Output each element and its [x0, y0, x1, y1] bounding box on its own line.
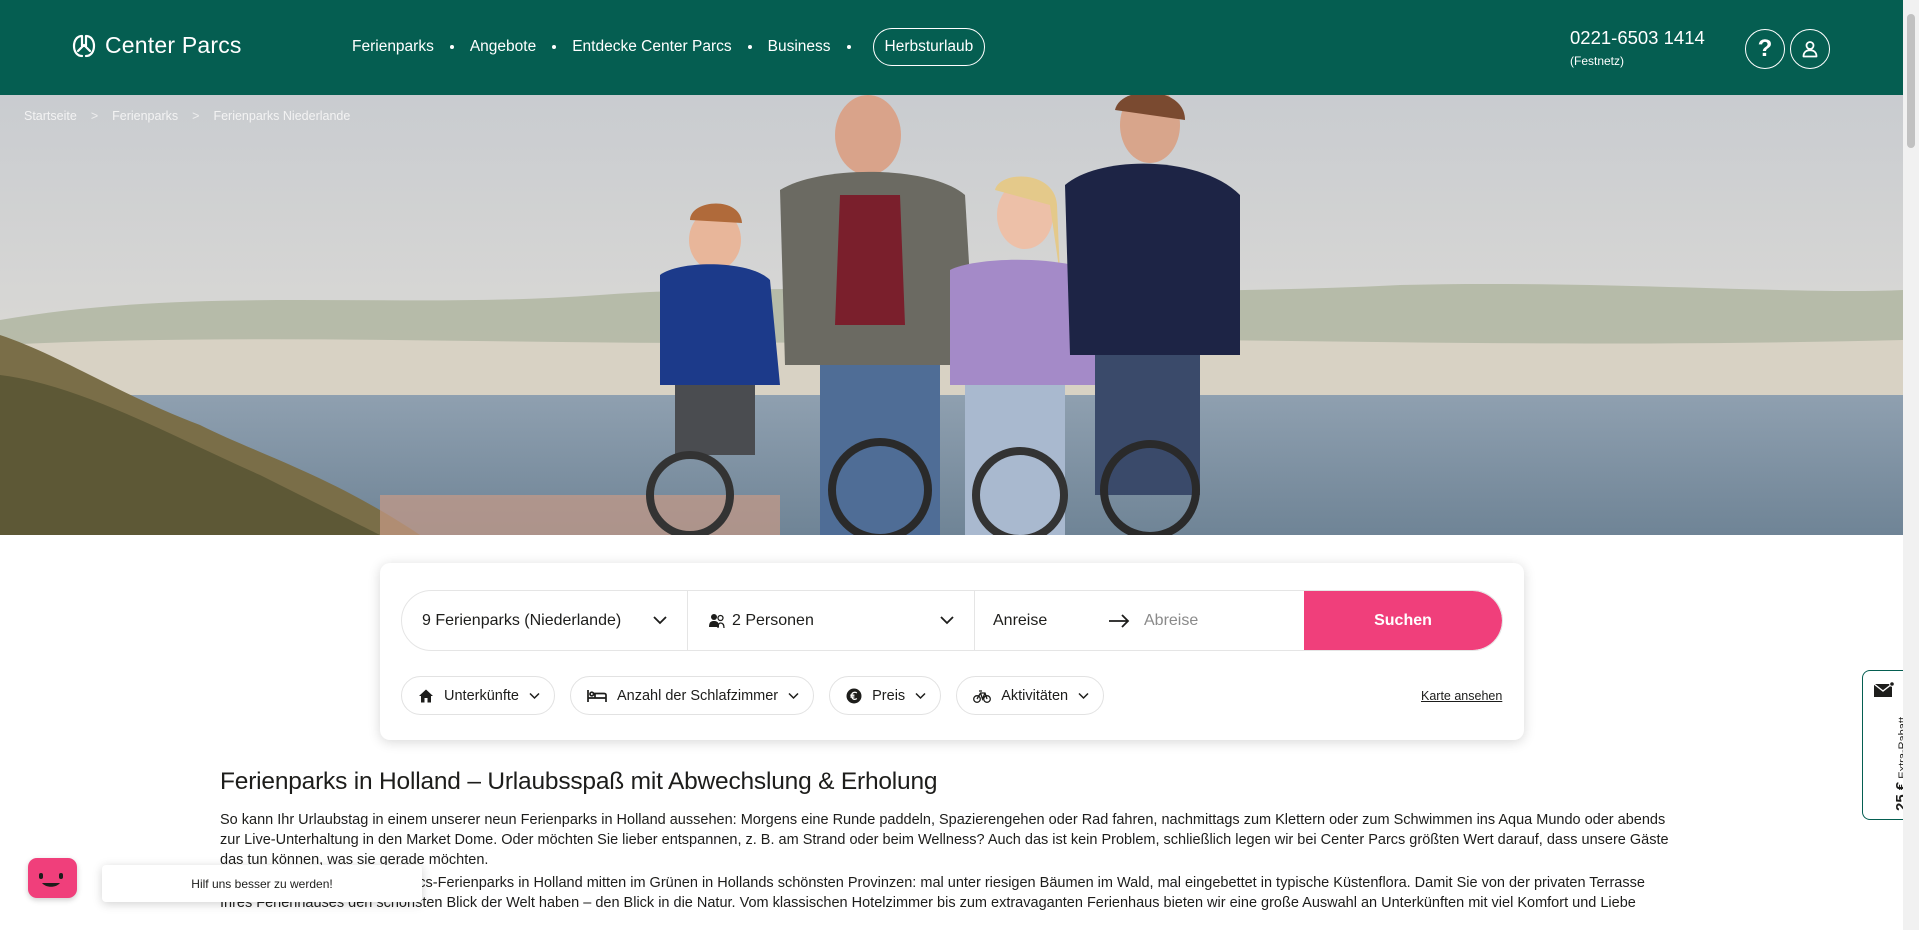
page-title: Ferienparks in Holland – Urlaubsspaß mit… — [220, 768, 938, 795]
account-button[interactable] — [1790, 29, 1830, 69]
bed-icon — [587, 689, 607, 702]
persons-select[interactable]: 2 Personen — [688, 591, 975, 650]
home-icon — [419, 689, 433, 702]
arrival-date[interactable]: Anreise — [993, 612, 1108, 630]
arrow-right-icon — [1109, 613, 1130, 628]
search-button[interactable]: Suchen — [1304, 591, 1502, 650]
filter-label: Aktivitäten — [1001, 687, 1069, 704]
phone-contact[interactable]: 0221-6503 1414 (Festnetz) — [1570, 27, 1705, 68]
logo[interactable]: Center Parcs — [71, 32, 242, 59]
site-header: Center Parcs Ferienparks Angebote Entdec… — [0, 0, 1903, 95]
filter-price[interactable]: Preis — [829, 676, 942, 715]
breadcrumb-current: Ferienparks Niederlande — [213, 109, 351, 123]
breadcrumb: Startseite > Ferienparks > Ferienparks N… — [24, 109, 350, 123]
filter-accommodation[interactable]: Unterkünfte — [401, 676, 555, 715]
scrollbar-thumb[interactable] — [1907, 14, 1915, 148]
nav-entdecke[interactable]: Entdecke Center Parcs — [572, 38, 731, 56]
chevron-down-icon — [788, 692, 799, 699]
breadcrumb-ferienparks[interactable]: Ferienparks — [112, 109, 178, 123]
filter-bedrooms[interactable]: Anzahl der Schlafzimmer — [569, 676, 815, 715]
chevron-down-icon — [1078, 692, 1089, 699]
filter-bar: Unterkünfte Anzahl der Schlafzimmer Prei… — [401, 676, 1105, 715]
chevron-down-icon — [940, 616, 954, 625]
nav-ferienparks[interactable]: Ferienparks — [352, 38, 434, 56]
date-range[interactable]: Anreise Abreise — [975, 591, 1304, 650]
main-nav: Ferienparks Angebote Entdecke Center Par… — [352, 28, 986, 66]
filter-label: Anzahl der Schlafzimmer — [616, 687, 779, 704]
logo-icon — [72, 34, 96, 57]
feedback-prompt[interactable]: Hilf uns besser zu werden! — [102, 865, 422, 902]
chevron-down-icon — [529, 692, 540, 699]
nav-business[interactable]: Business — [768, 38, 831, 56]
filter-label: Unterkünfte — [444, 687, 519, 704]
intro-paragraph: Übrigens liegen die Center Parcs-Ferienp… — [220, 875, 1645, 911]
discount-side-tab[interactable]: 25 € Extra-Rabatt — [1862, 670, 1910, 820]
breadcrumb-home[interactable]: Startseite — [24, 109, 77, 123]
question-icon: ? — [1757, 35, 1773, 62]
persons-value: 2 Personen — [732, 611, 814, 629]
phone-note: (Festnetz) — [1570, 54, 1625, 68]
nav-separator — [552, 45, 557, 49]
view-map-link[interactable]: Karte ansehen — [1421, 689, 1502, 703]
park-select-value: 9 Ferienparks (Niederlande) — [422, 611, 622, 629]
bike-icon — [973, 689, 992, 703]
smiley-icon — [39, 873, 63, 887]
intro-section: Ferienparks in Holland – Urlaubsspaß mit… — [220, 768, 1680, 916]
feedback-widget-button[interactable] — [28, 858, 77, 898]
user-icon — [1802, 41, 1818, 58]
hero-image — [0, 95, 1903, 535]
park-select[interactable]: 9 Ferienparks (Niederlande) — [402, 591, 688, 650]
hero-family-cycling-photo — [0, 95, 1903, 535]
brand-name: Center Parcs — [105, 32, 242, 58]
departure-date[interactable]: Abreise — [1144, 612, 1198, 630]
search-panel: 9 Ferienparks (Niederlande) 2 Personen A… — [380, 563, 1524, 740]
chevron-down-icon — [653, 616, 667, 625]
persons-icon — [709, 613, 725, 628]
mail-icon — [1873, 681, 1895, 697]
nav-separator — [747, 45, 752, 49]
chevron-down-icon — [915, 692, 926, 699]
nav-separator — [449, 45, 454, 49]
euro-icon — [846, 688, 862, 703]
nav-angebote[interactable]: Angebote — [470, 38, 536, 56]
filter-label: Preis — [872, 687, 906, 704]
phone-number[interactable]: 0221-6503 1414 — [1570, 27, 1705, 49]
page: Center Parcs Ferienparks Angebote Entdec… — [0, 0, 1919, 930]
help-button[interactable]: ? — [1745, 29, 1785, 69]
nav-herbsturlaub-button[interactable]: Herbsturlaub — [872, 28, 986, 66]
breadcrumb-separator: > — [192, 109, 200, 123]
nav-separator — [846, 45, 851, 49]
intro-paragraph: So kann Ihr Urlaubstag in einem unserer … — [220, 812, 1669, 868]
breadcrumb-separator: > — [90, 109, 99, 123]
filter-activities[interactable]: Aktivitäten — [956, 676, 1105, 715]
search-bar: 9 Ferienparks (Niederlande) 2 Personen A… — [401, 590, 1503, 651]
scrollbar[interactable] — [1903, 0, 1919, 930]
